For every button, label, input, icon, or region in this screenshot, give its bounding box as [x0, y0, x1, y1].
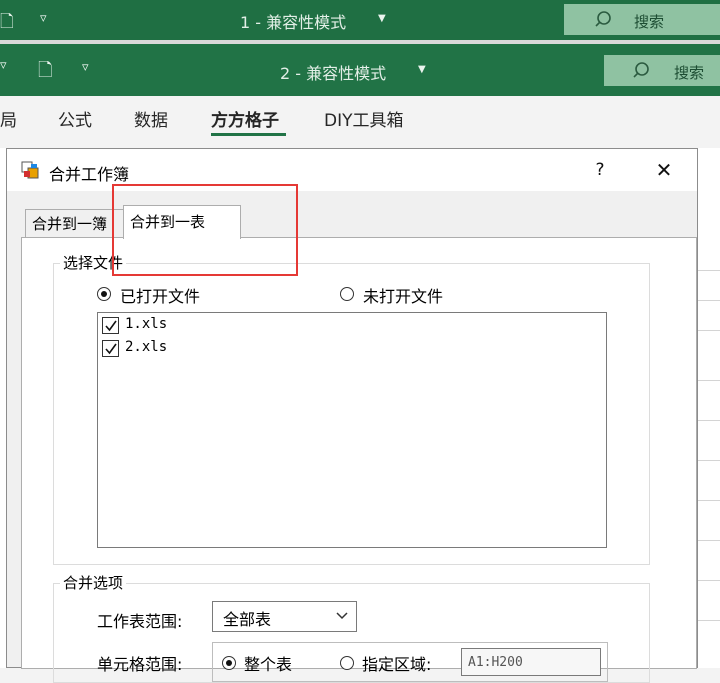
radio-opened-files[interactable]: [97, 287, 111, 301]
grid-line: [698, 620, 720, 621]
grid-line: [698, 330, 720, 331]
grid-line: [698, 270, 720, 271]
close-button[interactable]: ✕: [651, 157, 677, 183]
radio-entire-sheet-label[interactable]: 整个表: [244, 651, 292, 675]
sheet-range-select[interactable]: 全部表: [212, 601, 357, 632]
dialog-titlebar: 合并工作簿 ? ✕: [7, 149, 697, 191]
ribbon-tabs: 局 公式 数据 方方格子 DIY工具箱: [0, 96, 720, 148]
window-title: 1 - 兼容性模式: [240, 13, 347, 32]
grid-line: [698, 420, 720, 421]
file-name: 1.xls: [125, 316, 168, 332]
help-button[interactable]: ?: [587, 157, 613, 183]
file-list[interactable]: 1.xls 2.xls: [97, 312, 607, 548]
title-dropdown-icon[interactable]: ▼: [378, 13, 386, 24]
active-tab-underline: [211, 133, 286, 136]
tab-diy-toolbox[interactable]: DIY工具箱: [324, 106, 404, 131]
save-icon[interactable]: 🗋: [38, 58, 52, 88]
select-files-label: 选择文件: [60, 252, 127, 273]
chevron-down-icon: [336, 612, 348, 620]
tab-merge-to-one-workbook[interactable]: 合并到一簿: [25, 209, 129, 237]
grid-line: [698, 500, 720, 501]
tab-formulas[interactable]: 公式: [58, 106, 92, 131]
cell-range-label: 单元格范围:: [97, 655, 183, 674]
excel-titlebar-2: ▿ 🗋 ▿ 2 - 兼容性模式 ▼ 搜索: [0, 44, 720, 96]
save-icon[interactable]: 🗋: [0, 9, 14, 38]
tab-panel: 选择文件 已打开文件 未打开文件 1.xls 2.xls 合并选项 工作表范围:…: [21, 237, 697, 683]
grid-line: [698, 300, 720, 301]
tab-merge-to-one-sheet[interactable]: 合并到一表: [123, 205, 241, 239]
search-box[interactable]: 搜索: [604, 55, 720, 86]
checkmark-icon: [105, 343, 117, 355]
merge-workbook-dialog: 合并工作簿 ? ✕ 合并到一簿 合并到一表 选择文件 已打开文件 未打开文件 1…: [6, 148, 698, 683]
quick-access-dropdown-icon[interactable]: ▿: [40, 11, 47, 26]
radio-unopened-files-label[interactable]: 未打开文件: [363, 283, 443, 307]
file-checkbox[interactable]: [102, 340, 119, 357]
file-checkbox[interactable]: [102, 317, 119, 334]
customize-dropdown-icon[interactable]: ▿: [82, 60, 89, 75]
file-name: 2.xls: [125, 339, 168, 355]
grid-line: [698, 380, 720, 381]
grid-line: [698, 460, 720, 461]
radio-specified-range-label[interactable]: 指定区域:: [362, 651, 431, 675]
app-icon: [21, 161, 39, 179]
search-label: 搜索: [674, 64, 705, 82]
sheet-right-edge: [698, 148, 720, 668]
sheet-range-value: 全部表: [223, 610, 272, 629]
merge-options-label: 合并选项: [60, 572, 127, 593]
dialog-title: 合并工作簿: [49, 165, 130, 184]
tab-data[interactable]: 数据: [134, 106, 168, 131]
range-input[interactable]: A1:H200: [461, 648, 601, 676]
checkmark-icon: [105, 320, 117, 332]
excel-titlebar-1: 🗋 ▿ 1 - 兼容性模式 ▼ 搜索: [0, 0, 720, 40]
search-icon: [633, 62, 649, 78]
radio-opened-files-label[interactable]: 已打开文件: [120, 283, 200, 307]
title-dropdown-icon[interactable]: ▼: [418, 64, 426, 75]
search-label: 搜索: [634, 13, 665, 31]
tab-fangfanggezi[interactable]: 方方格子: [211, 106, 279, 131]
search-icon: [595, 11, 611, 27]
sheet-range-label: 工作表范围:: [97, 612, 183, 631]
quick-access-dropdown-icon[interactable]: ▿: [0, 58, 7, 73]
radio-unopened-files[interactable]: [340, 287, 354, 301]
tab-layout[interactable]: 局: [0, 106, 17, 131]
dialog-tabs: 合并到一簿 合并到一表: [21, 205, 697, 239]
grid-line: [698, 540, 720, 541]
window-title: 2 - 兼容性模式: [280, 64, 387, 83]
search-box[interactable]: 搜索: [564, 4, 720, 35]
grid-line: [698, 580, 720, 581]
